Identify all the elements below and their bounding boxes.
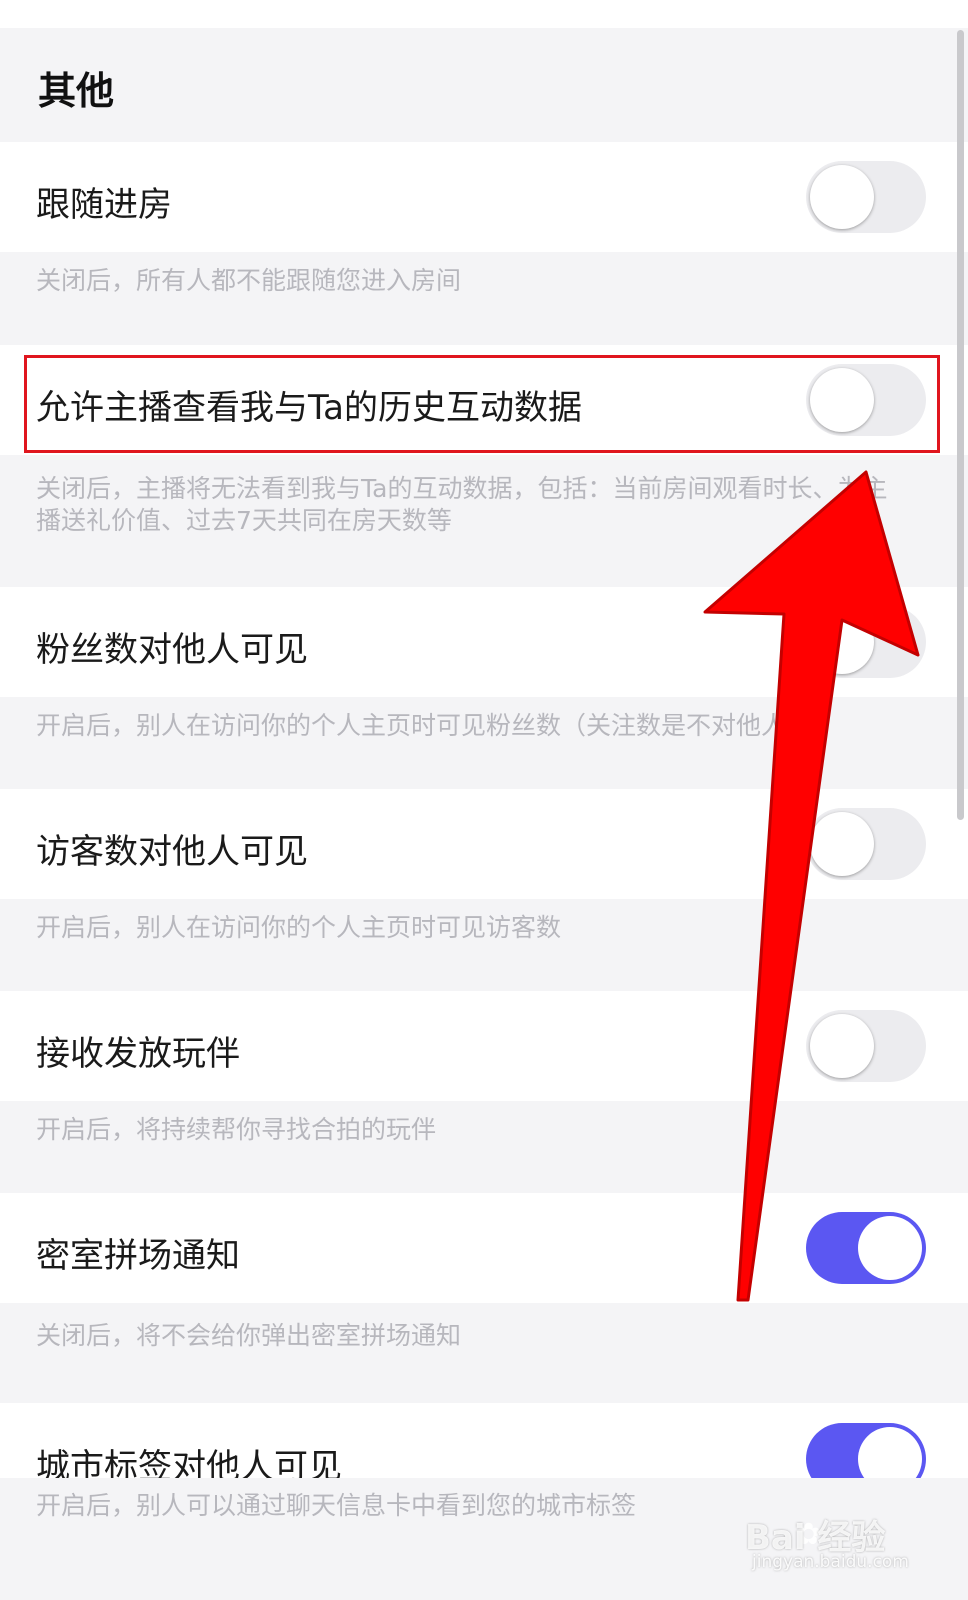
watermark-url: jingyan.baidu.com — [752, 1552, 909, 1572]
annotation-arrow-icon — [703, 470, 920, 1302]
